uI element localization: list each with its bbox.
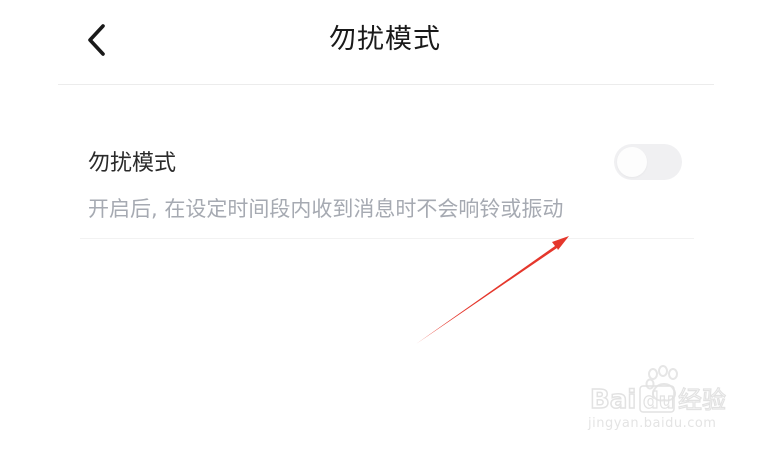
nav-header: 勿扰模式 (0, 0, 770, 84)
page-title: 勿扰模式 (329, 24, 441, 55)
setting-title: 勿扰模式 (88, 151, 177, 176)
svg-text:du: du (643, 389, 674, 414)
dnd-toggle[interactable] (614, 144, 682, 180)
baidu-watermark: Bai du 经验 jingyan.baidu.com (588, 364, 748, 434)
toggle-knob (617, 147, 647, 177)
baidu-logo: Bai du 经验 (589, 365, 727, 414)
dnd-settings-page: 勿扰模式 勿扰模式 开启后, 在设定时间段内收到消息时不会响铃或振动 Bai d… (0, 0, 770, 450)
watermark-url: jingyan.baidu.com (588, 416, 717, 431)
row-divider (80, 238, 694, 239)
setting-row-dnd: 勿扰模式 开启后, 在设定时间段内收到消息时不会响铃或振动 (80, 128, 694, 238)
setting-description: 开启后, 在设定时间段内收到消息时不会响铃或振动 (88, 197, 564, 221)
svg-text:经验: 经验 (678, 386, 726, 414)
header-divider (58, 84, 714, 85)
svg-text:Bai: Bai (590, 385, 636, 414)
